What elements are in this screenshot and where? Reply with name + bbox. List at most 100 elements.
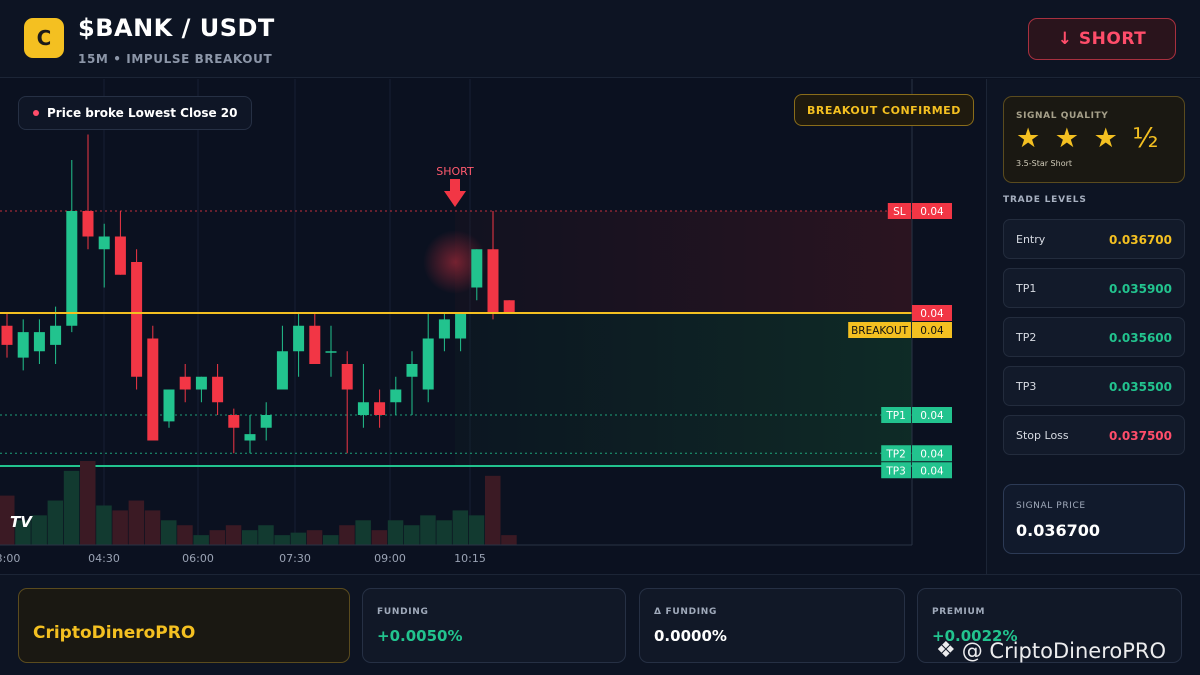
volume-bar	[96, 505, 112, 545]
signal-quality-label: SIGNAL QUALITY	[1016, 111, 1109, 121]
price-tag-label: SL	[893, 206, 906, 218]
volume-bar	[128, 500, 145, 545]
candle-body	[471, 249, 483, 288]
price-tag-value: 0.04	[920, 410, 944, 422]
trade-level-stop-loss: Stop Loss 0.037500	[1003, 415, 1185, 455]
volume-bar	[80, 461, 96, 545]
volume-bar	[258, 525, 274, 545]
candlestick-chart-svg[interactable]: SHORT 0.04 SL 0.04 0.04 BREAKOUT 0.04 TP1 0.04 TP…	[0, 79, 985, 574]
candle-body	[179, 376, 191, 390]
reward-zone	[455, 313, 912, 466]
app-logo: C	[24, 18, 64, 58]
price-tag-value: 0.04	[920, 465, 944, 477]
candle-body	[82, 211, 94, 237]
volume-bar	[193, 535, 209, 545]
trade-levels-title: TRADE LEVELS	[1003, 195, 1087, 205]
candle-body	[503, 300, 515, 313]
time-axis-label: 06:00	[182, 552, 214, 565]
short-button[interactable]: ↓ SHORT	[1028, 18, 1176, 60]
time-axis-label: 3:00	[0, 552, 20, 565]
candle-body	[487, 249, 499, 313]
volume-bar	[290, 532, 307, 545]
header-bar: C $BANK / USDT 15M • IMPULSE BREAKOUT ↓ …	[0, 0, 1200, 78]
signal-side-panel: SIGNAL QUALITY ★ ★ ★ ½ 3.5-Star Short TR…	[986, 79, 1200, 574]
short-arrow-icon	[444, 179, 466, 207]
volume-bar	[274, 535, 290, 545]
price-tag-value: 0.04	[920, 308, 944, 320]
trade-level-value: 0.036700	[1108, 233, 1172, 247]
volume-bar	[306, 530, 323, 545]
short-marker-label: SHORT	[436, 165, 474, 178]
candle-body	[422, 338, 434, 390]
volume-bar	[387, 520, 404, 545]
delta-funding-label: Δ FUNDING	[654, 607, 718, 617]
time-axis-label: 10:15	[454, 552, 486, 565]
price-tag-value: 0.04	[920, 206, 944, 218]
brand-card: CriptoDineroPRO	[18, 588, 350, 663]
funding-value: +0.0050%	[377, 627, 463, 645]
volume-bar	[371, 530, 388, 545]
volume-bar	[452, 510, 469, 545]
price-tag-value: 0.04	[920, 325, 944, 337]
candle-body	[17, 332, 29, 358]
volume-bar	[31, 515, 47, 545]
price-tag-label: TP3	[885, 465, 905, 477]
trade-level-value: 0.035500	[1108, 380, 1172, 394]
tradingview-logo-icon[interactable]: TV	[10, 513, 32, 531]
star-rating-icon: ★ ★ ★ ½	[1016, 123, 1162, 154]
premium-label: PREMIUM	[932, 607, 986, 617]
signal-price-card: SIGNAL PRICE 0.036700	[1003, 484, 1185, 554]
breakout-confirmed-badge: BREAKOUT CONFIRMED	[794, 94, 974, 126]
candle-body	[228, 415, 240, 428]
volume-bar	[339, 525, 355, 545]
candle-body	[390, 389, 402, 403]
trade-level-entry: Entry 0.036700	[1003, 219, 1185, 259]
volume-bar	[501, 535, 517, 545]
time-axis-label: 09:00	[374, 552, 406, 565]
volume-bar	[225, 525, 242, 545]
delta-funding-value: 0.0000%	[654, 627, 727, 645]
candle-body	[98, 236, 110, 250]
volume-bar	[47, 500, 64, 545]
candle-body	[50, 325, 62, 345]
volume-bar	[436, 520, 452, 545]
volume-bar	[323, 535, 339, 545]
candle-body	[276, 351, 288, 390]
alert-dot-icon	[33, 110, 39, 116]
volume-bar	[242, 530, 258, 545]
time-axis-label: 04:30	[88, 552, 120, 565]
alert-text: Price broke Lowest Close 20	[47, 106, 238, 120]
trade-level-value: 0.035900	[1108, 282, 1172, 296]
candle-body	[325, 351, 337, 353]
candle-body	[293, 325, 305, 352]
price-tag-label: TP2	[885, 448, 905, 460]
trade-level-tp3: TP3 0.035500	[1003, 366, 1185, 406]
candle-body	[438, 319, 450, 339]
volume-bar	[161, 520, 177, 545]
volume-bar	[355, 520, 371, 545]
trade-level-value: 0.035600	[1108, 331, 1172, 345]
candle-body	[131, 262, 143, 377]
signal-quality-desc: 3.5-Star Short	[1016, 159, 1073, 168]
binance-logo-icon: ❖	[936, 638, 956, 663]
price-chart[interactable]: SHORT 0.04 SL 0.04 0.04 BREAKOUT 0.04 TP1 0.04 TP…	[0, 79, 985, 574]
price-tag-label: TP1	[885, 410, 905, 422]
candle-body	[163, 389, 175, 422]
volume-bar	[209, 530, 226, 545]
volume-bar	[144, 510, 161, 545]
watermark: ❖ @ CriptoDineroPRO	[936, 638, 1166, 663]
candle-body	[147, 338, 159, 441]
time-axis-label: 07:30	[279, 552, 311, 565]
candle-body	[1, 325, 13, 345]
candle-body	[66, 211, 78, 326]
signal-price-label: SIGNAL PRICE	[1016, 501, 1086, 511]
candle-body	[374, 402, 386, 415]
volume-bar	[404, 525, 420, 545]
trade-level-tp2: TP2 0.035600	[1003, 317, 1185, 357]
candle-body	[195, 376, 207, 390]
price-tag-value: 0.04	[920, 448, 944, 460]
trade-level-label: TP1	[1016, 282, 1037, 295]
delta-funding-card: Δ FUNDING 0.0000%	[639, 588, 905, 663]
trade-level-value: 0.037500	[1108, 429, 1172, 443]
candle-body	[212, 376, 224, 403]
